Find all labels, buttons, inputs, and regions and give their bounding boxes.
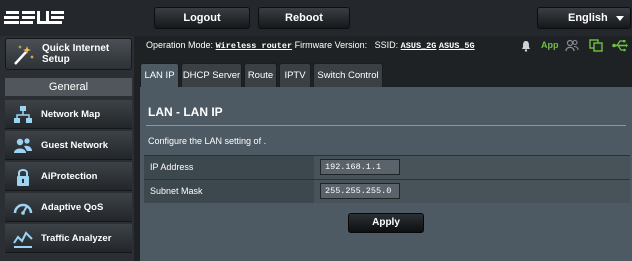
top-bar: Logout Reboot English (0, 0, 632, 36)
magic-wand-icon (14, 45, 34, 65)
language-value: English (568, 12, 608, 24)
usb-icon[interactable] (612, 39, 628, 52)
sidebar: Quick Internet Setup General Network Map… (0, 36, 134, 261)
quick-internet-setup-label: Quick Internet Setup (42, 43, 110, 65)
apply-button[interactable]: Apply (348, 213, 424, 233)
speedometer-icon (13, 203, 33, 215)
quick-internet-setup-button[interactable]: Quick Internet Setup (5, 38, 132, 70)
firmware-version-label: Firmware Version: (294, 40, 368, 50)
operation-mode-label: Operation Mode: (146, 40, 214, 50)
tab-dhcp-server[interactable]: DHCP Server (181, 63, 242, 87)
general-section-header: General (5, 78, 132, 96)
subnet-mask-label: Subnet Mask (144, 180, 314, 203)
ip-address-cell (314, 156, 630, 179)
page-title: LAN - LAN IP (148, 105, 223, 119)
sidebar-item-label: Network Map (41, 109, 101, 120)
copy-icon[interactable] (589, 39, 603, 52)
subnet-mask-row: Subnet Mask (144, 179, 630, 203)
ssid-2g-link[interactable]: ASUS_2G (401, 41, 437, 51)
ssid-5g-link[interactable]: ASUS_5G (439, 41, 475, 51)
ip-address-label: IP Address (144, 156, 314, 179)
language-select[interactable]: English (537, 7, 631, 29)
lock-icon (17, 169, 29, 186)
traffic-analyzer-icon (13, 231, 33, 248)
asus-logo (4, 6, 64, 28)
lan-ip-panel: LAN - LAN IP Configure the LAN setting o… (140, 87, 632, 261)
guest-network-icon (14, 138, 32, 153)
logout-button[interactable]: Logout (154, 7, 250, 29)
sidebar-item-network-map[interactable]: Network Map (5, 100, 132, 129)
ssid-label: SSID: (374, 40, 399, 50)
users-icon[interactable] (565, 39, 579, 52)
sidebar-item-label: Guest Network (41, 140, 109, 151)
app-link[interactable]: App (541, 40, 559, 50)
sidebar-item-guest-network[interactable]: Guest Network (5, 131, 132, 160)
sidebar-item-adaptive-qos[interactable]: Adaptive QoS (5, 193, 132, 222)
chevron-down-icon (616, 16, 624, 21)
status-bar: Operation Mode: Wireless router Firmware… (146, 40, 475, 54)
ip-address-input[interactable] (320, 159, 400, 175)
tab-switch-control[interactable]: Switch Control (313, 63, 383, 87)
tab-lan-ip[interactable]: LAN IP (140, 63, 179, 87)
network-map-icon (14, 106, 32, 123)
tab-iptv[interactable]: IPTV (279, 63, 311, 87)
reboot-button[interactable]: Reboot (258, 7, 350, 29)
sidebar-item-label: Adaptive QoS (41, 202, 104, 213)
sidebar-item-traffic-analyzer[interactable]: Traffic Analyzer (5, 224, 132, 253)
subnet-mask-input[interactable] (320, 183, 400, 199)
title-divider (146, 125, 626, 126)
sidebar-item-aiprotection[interactable]: AiProtection (5, 162, 132, 191)
ip-address-row: IP Address (144, 155, 630, 179)
sidebar-item-label: Traffic Analyzer (41, 233, 112, 244)
operation-mode-link[interactable]: Wireless router (216, 41, 293, 51)
subnet-mask-cell (314, 180, 630, 203)
sidebar-item-label: AiProtection (41, 171, 98, 182)
page-description: Configure the LAN setting of . (148, 136, 267, 146)
tab-route[interactable]: Route (244, 63, 277, 87)
bell-icon[interactable] (521, 40, 531, 52)
